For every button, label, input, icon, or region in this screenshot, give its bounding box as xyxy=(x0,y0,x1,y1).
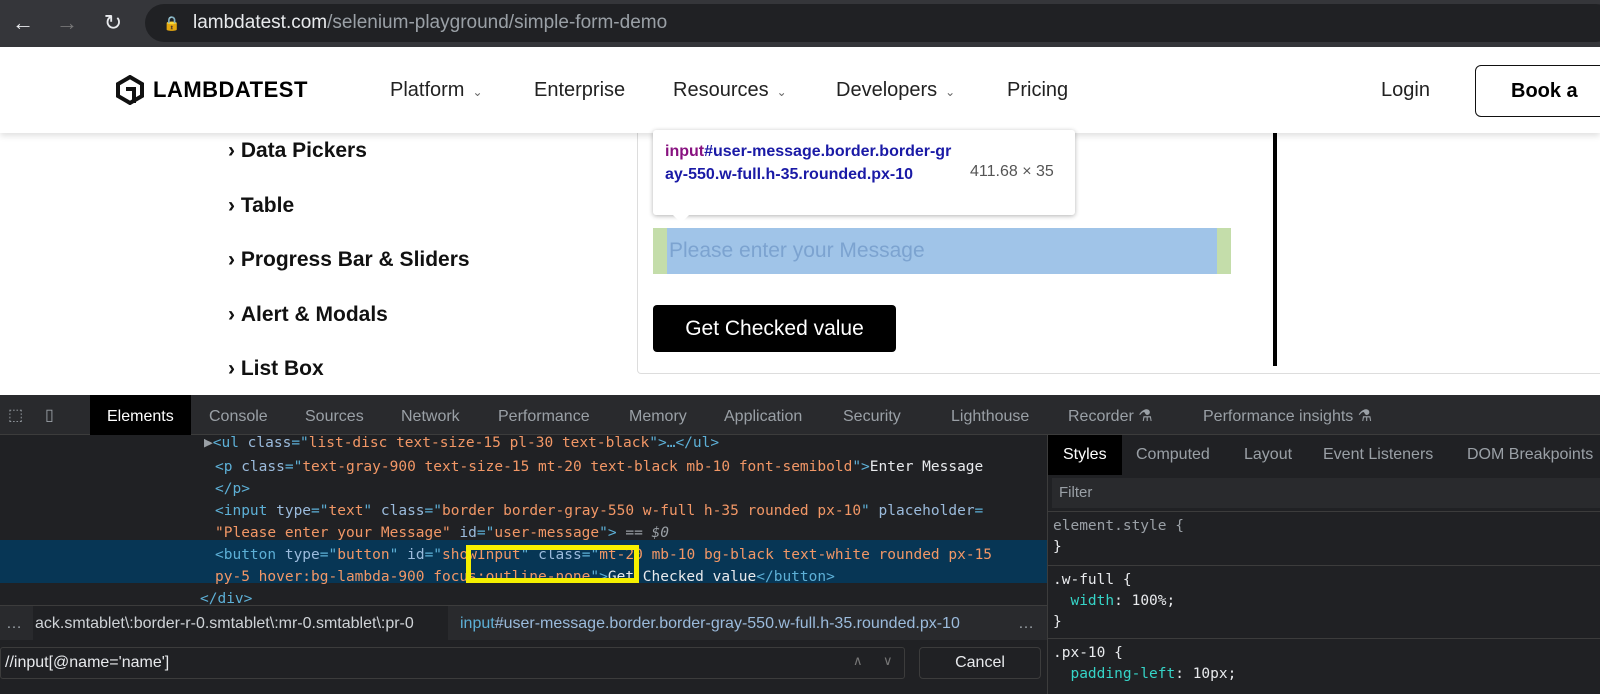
tab-recorder[interactable]: Recorder ⚗ xyxy=(1068,395,1153,435)
tab-lighthouse[interactable]: Lighthouse xyxy=(951,395,1029,435)
more-icon[interactable]: … xyxy=(6,606,22,641)
tooltip-tag: input xyxy=(665,143,705,160)
dom-line-p[interactable]: <p class="text-gray-900 text-size-15 mt-… xyxy=(0,456,1047,478)
device-toolbar-icon[interactable]: ▯ xyxy=(45,405,54,425)
tab-performance-insights[interactable]: Performance insights ⚗ xyxy=(1203,395,1372,435)
styles-pane: Styles Computed Layout Event Listeners D… xyxy=(1047,435,1600,694)
reload-icon[interactable]: ↻ xyxy=(98,8,128,38)
tab-network[interactable]: Network xyxy=(401,395,460,435)
forward-icon[interactable]: → xyxy=(52,8,82,38)
sidebar-item-table[interactable]: › Table xyxy=(228,194,294,218)
annotation-highlight-box xyxy=(466,545,639,583)
address-bar[interactable]: 🔒 lambdatest.com/selenium-playground/sim… xyxy=(145,4,1600,42)
sidebar-item-alert-modals[interactable]: › Alert & Modals xyxy=(228,303,388,327)
sidebar-item-progress-bar[interactable]: › Progress Bar & Sliders xyxy=(228,248,470,272)
chevron-down-icon[interactable]: ∨ xyxy=(883,653,893,669)
login-link[interactable]: Login xyxy=(1381,79,1430,102)
cancel-button[interactable]: Cancel xyxy=(919,647,1041,679)
get-checked-value-button[interactable]: Get Checked value xyxy=(653,305,896,352)
tab-performance[interactable]: Performance xyxy=(498,395,590,435)
tab-elements[interactable]: Elements xyxy=(90,395,191,435)
nav-pricing[interactable]: Pricing xyxy=(1007,79,1068,102)
more-icon[interactable]: … xyxy=(1018,606,1034,641)
site-nav: LAMBDATEST Platform ⌄ Enterprise Resource… xyxy=(0,47,1600,133)
nav-enterprise[interactable]: Enterprise xyxy=(534,79,625,102)
logo[interactable]: LAMBDATEST xyxy=(115,75,308,105)
logo-text: LAMBDATEST xyxy=(153,77,308,102)
tab-computed[interactable]: Computed xyxy=(1136,435,1210,475)
nav-developers[interactable]: Developers ⌄ xyxy=(836,79,955,102)
chevron-down-icon: ⌄ xyxy=(945,85,956,99)
rule-w-full[interactable]: .w-full { width: 100%; } xyxy=(1048,565,1600,637)
tab-sources[interactable]: Sources xyxy=(305,395,364,435)
sidebar-item-list-box[interactable]: › List Box xyxy=(228,357,324,381)
dom-tree[interactable]: ▶<ul class="list-disc text-size-15 pl-30… xyxy=(0,432,1047,607)
tab-layout[interactable]: Layout xyxy=(1244,435,1292,475)
book-demo-button[interactable]: Book a xyxy=(1475,65,1600,117)
tooltip-selector: #user-message.border.border-gray-550.w-f… xyxy=(665,143,952,183)
dom-line-input[interactable]: <input type="text" class="border border-… xyxy=(0,500,1047,522)
tab-console[interactable]: Console xyxy=(209,395,268,435)
chevron-down-icon: ⌄ xyxy=(472,85,483,99)
chevron-down-icon: ⌄ xyxy=(776,85,787,99)
nav-resources[interactable]: Resources ⌄ xyxy=(673,79,787,102)
inspect-element-icon[interactable]: ⬚ xyxy=(8,405,23,425)
nav-platform[interactable]: Platform ⌄ xyxy=(390,79,483,102)
lambdatest-logo-icon xyxy=(116,75,144,105)
tab-application[interactable]: Application xyxy=(724,395,802,435)
tab-dom-breakpoints[interactable]: DOM Breakpoints xyxy=(1467,435,1593,475)
url-path: /selenium-playground/simple-form-demo xyxy=(327,12,668,33)
url-host: lambdatest.com xyxy=(193,12,328,33)
message-placeholder: Please enter your Message xyxy=(667,228,1217,274)
tab-security[interactable]: Security xyxy=(843,395,901,435)
chevron-up-icon[interactable]: ∧ xyxy=(853,653,863,669)
inspect-tooltip: input#user-message.border.border-gray-55… xyxy=(653,130,1075,223)
devtools-tabs: ⬚ ▯ Elements Console Sources Network Per… xyxy=(0,395,1600,435)
tab-event-listeners[interactable]: Event Listeners xyxy=(1323,435,1433,475)
browser-toolbar: ← → ↻ 🔒 lambdatest.com/selenium-playgrou… xyxy=(0,0,1600,47)
dom-search-input[interactable]: //input[@name='name'] xyxy=(0,647,905,679)
rule-element-style[interactable]: element.style { } xyxy=(1048,511,1600,562)
devtools: ⬚ ▯ Elements Console Sources Network Per… xyxy=(0,395,1600,694)
divider xyxy=(1273,133,1277,366)
dom-line-ul[interactable]: ▶<ul class="list-disc text-size-15 pl-30… xyxy=(0,432,1047,454)
tab-styles[interactable]: Styles xyxy=(1048,435,1122,475)
breadcrumb-current[interactable]: input#user-message.border.border-gray-55… xyxy=(460,606,960,641)
message-input[interactable]: Please enter your Message xyxy=(653,228,1231,274)
dom-line-input-cont[interactable]: "Please enter your Message" id="user-mes… xyxy=(0,522,1047,544)
dom-line-p-close[interactable]: </p> xyxy=(0,478,1047,500)
flask-icon: ⚗ xyxy=(1357,408,1373,425)
styles-filter-input[interactable]: Filter xyxy=(1052,478,1600,508)
flask-icon: ⚗ xyxy=(1138,408,1153,425)
search-bar: //input[@name='name'] ∧ ∨ Cancel xyxy=(0,645,1047,690)
breadcrumb-prev[interactable]: ack.smtablet\:border-r-0.smtablet\:mr-0.… xyxy=(33,606,448,641)
sidebar-item-data-pickers[interactable]: › Data Pickers xyxy=(228,139,367,163)
tooltip-size: 411.68 × 35 xyxy=(970,163,1054,180)
breadcrumb: … ack.smtablet\:border-r-0.smtablet\:mr-… xyxy=(0,605,1047,641)
tab-memory[interactable]: Memory xyxy=(629,395,687,435)
rule-px-10[interactable]: .px-10 { padding-left: 10px; xyxy=(1048,638,1600,689)
back-icon[interactable]: ← xyxy=(8,8,38,38)
lock-icon: 🔒 xyxy=(163,15,181,31)
